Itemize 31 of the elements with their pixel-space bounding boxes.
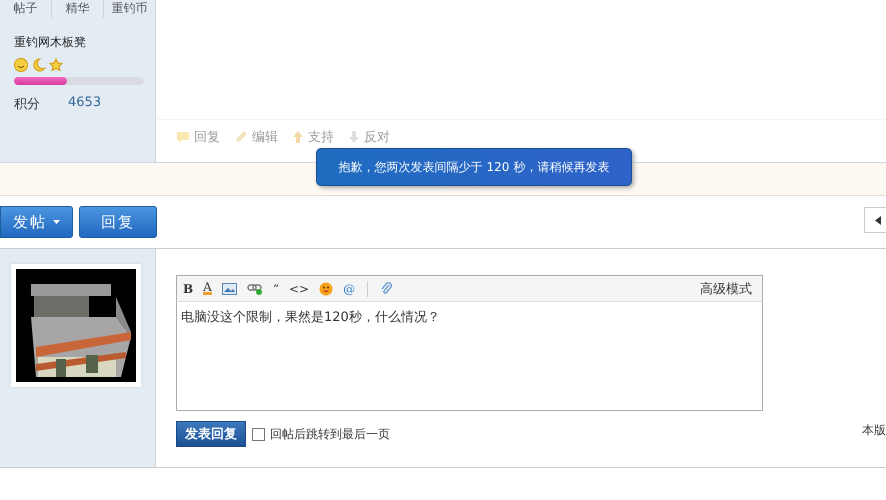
checkbox[interactable]	[252, 428, 265, 440]
bold-button[interactable]: B	[183, 282, 194, 296]
left-triangle-icon	[875, 216, 881, 224]
submit-reply-button[interactable]: 发表回复	[176, 421, 246, 447]
points-label: 积分	[14, 96, 40, 113]
checkbox-label: 回帖后跳转到最后一页	[270, 426, 390, 442]
pencil-icon	[234, 130, 248, 144]
message-input[interactable]: 电脑没这个限制，果然是120秒，什么情况？	[176, 302, 763, 411]
code-button[interactable]: <>	[288, 282, 310, 296]
interval-toast: 抱歉，您两次发表间隔少于 120 秒，请稍候再发表	[316, 148, 632, 186]
stat-label: 重钓币	[103, 0, 155, 18]
stat-label: 精华	[51, 0, 103, 18]
speech-bubble-icon	[176, 130, 190, 144]
stat-label: 帖子	[12, 0, 38, 17]
advanced-mode-link[interactable]: 高级模式	[700, 280, 756, 298]
caret-icon	[53, 220, 60, 224]
smiley-icon[interactable]	[319, 282, 334, 296]
side-note: 本版	[862, 422, 886, 439]
color-button[interactable]: A	[203, 282, 212, 295]
quote-button[interactable]: “	[272, 282, 279, 296]
rank-icons	[14, 57, 64, 73]
image-icon[interactable]	[222, 282, 237, 294]
points-value: 4653	[68, 95, 102, 112]
link-icon[interactable]	[246, 282, 263, 295]
at-button[interactable]: @	[343, 282, 356, 296]
paperclip-icon[interactable]	[380, 281, 392, 296]
username: 重钓网木板凳	[14, 34, 87, 51]
up-arrow-icon	[292, 130, 304, 144]
down-arrow-icon	[348, 130, 360, 144]
reply-button[interactable]: 回复	[79, 206, 157, 238]
new-post-button[interactable]: 发帖	[0, 206, 73, 238]
